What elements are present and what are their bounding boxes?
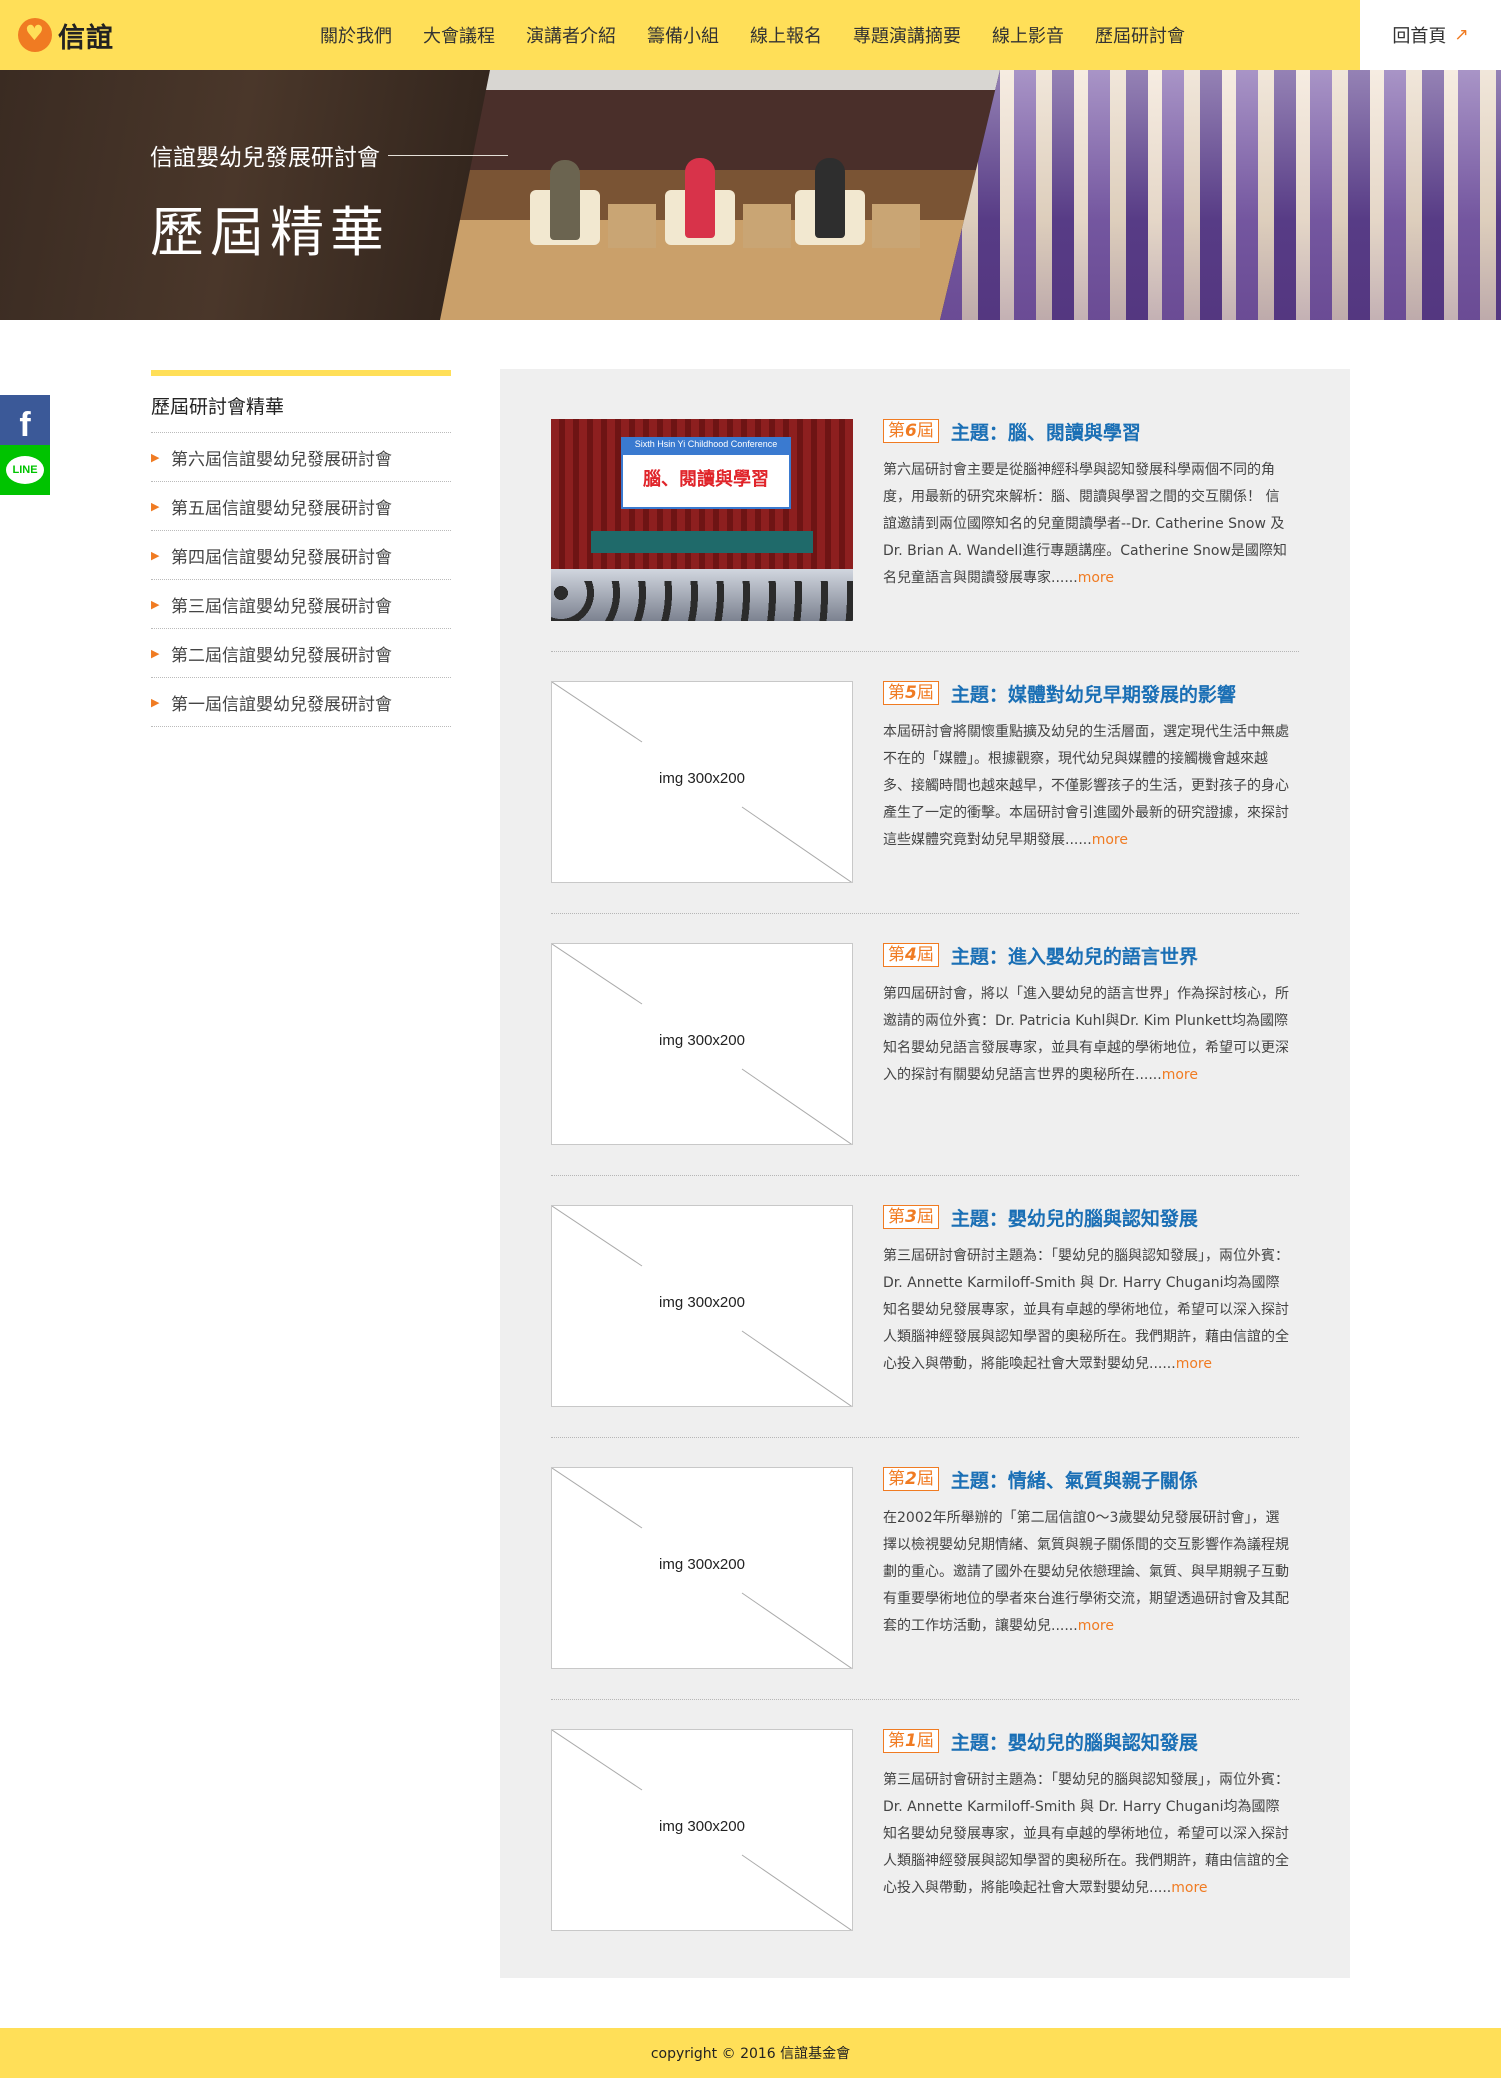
nav-item-abstracts[interactable]: 專題演講摘要 [853,22,961,48]
more-link[interactable]: more [1176,1356,1212,1372]
sidebar-item-label: 第二屆信誼嬰幼兒發展研討會 [171,645,392,666]
facebook-letter: f [19,406,31,444]
copyright-text: copyright © 2016 信誼基金會 [650,2046,851,2062]
more-link[interactable]: more [1171,1880,1207,1896]
nav-item-registration[interactable]: 線上報名 [750,22,822,48]
entry-summary: 在2002年所舉辦的「第二屆信誼0～3歲嬰幼兒發展研討會」，選擇以檢視嬰幼兒期情… [883,1510,1289,1634]
edition-badge: 第2屆 [883,1467,939,1491]
divider [551,1699,1299,1700]
projector-screen: Sixth Hsin Yi Childhood Conference 腦、閱讀與… [621,437,791,509]
nav-item-videos[interactable]: 線上影音 [992,22,1064,48]
entry-title[interactable]: 主題：情緒、氣質與親子關係 [951,1466,1198,1493]
main-nav: 關於我們 大會議程 演講者介紹 籌備小組 線上報名 專題演講摘要 線上影音 歷屆… [320,0,1216,70]
heart-logo-icon [18,18,52,52]
home-button[interactable]: 回首頁 ↗ [1360,0,1501,70]
list-item: img 300x200 第1屆 主題：嬰幼兒的腦與認知發展 第三屆研討會研討主題… [551,1729,1299,1939]
entry-summary: 本屆研討會將關懷重點擴及幼兒的生活層面，選定現代生活中無處不在的「媒體」。根據觀… [883,724,1289,848]
entry-summary: 第三屆研討會研討主題為：「嬰幼兒的腦與認知發展」，兩位外賓：Dr. Annett… [883,1248,1289,1372]
entry-title[interactable]: 主題：嬰幼兒的腦與認知發展 [951,1204,1198,1231]
image-placeholder[interactable]: img 300x200 [551,1729,853,1931]
sidebar-item-label: 第六屆信誼嬰幼兒發展研討會 [171,449,392,470]
placeholder-label: img 300x200 [659,1556,745,1573]
nav-item-agenda[interactable]: 大會議程 [423,22,495,48]
sidebar-item-label: 第三屆信誼嬰幼兒發展研討會 [171,596,392,617]
entry-summary: 第四屆研討會，將以「進入嬰幼兒的語言世界」作為探討核心，所邀請的兩位外賓：Dr.… [883,986,1289,1083]
footer: copyright © 2016 信誼基金會 [0,2028,1501,2078]
edition-badge: 第4屆 [883,943,939,967]
top-navigation-bar: 信誼 關於我們 大會議程 演講者介紹 籌備小組 線上報名 專題演講摘要 線上影音… [0,0,1501,70]
divider [551,1175,1299,1176]
site-logo[interactable]: 信誼 [18,16,114,54]
more-link[interactable]: more [1162,1067,1198,1083]
line-label: LINE [6,456,44,484]
sidebar-item-1st[interactable]: ▶ 第一屆信誼嬰幼兒發展研討會 [151,678,451,727]
sidebar-item-label: 第四屆信誼嬰幼兒發展研討會 [171,547,392,568]
edition-badge: 第6屆 [883,419,939,443]
social-share-bar: f LINE [0,395,50,495]
more-link[interactable]: more [1078,1618,1114,1634]
more-link[interactable]: more [1092,832,1128,848]
placeholder-label: img 300x200 [659,1294,745,1311]
nav-item-past-conferences[interactable]: 歷屆研討會 [1095,22,1185,48]
placeholder-label: img 300x200 [659,1818,745,1835]
divider [551,1437,1299,1438]
page-title: 歷屆精華 [150,201,390,264]
more-link[interactable]: more [1078,570,1114,586]
triangle-right-icon: ▶ [151,548,160,562]
sidebar-title: 歷屆研討會精華 [151,376,451,433]
entry-summary: 第三屆研討會研討主題為：「嬰幼兒的腦與認知發展」，兩位外賓：Dr. Annett… [883,1772,1289,1896]
sidebar-item-4th[interactable]: ▶ 第四屆信誼嬰幼兒發展研討會 [151,531,451,580]
sidebar-item-label: 第一屆信誼嬰幼兒發展研討會 [171,694,392,715]
nav-item-committee[interactable]: 籌備小組 [647,22,719,48]
arrow-up-right-icon: ↗ [1454,25,1469,45]
triangle-right-icon: ▶ [151,695,160,709]
placeholder-label: img 300x200 [659,1032,745,1049]
edition-badge: 第3屆 [883,1205,939,1229]
line-icon[interactable]: LINE [0,445,50,495]
list-item: img 300x200 第4屆 主題：進入嬰幼兒的語言世界 第四屆研討會，將以「… [551,943,1299,1153]
conference-list: Sixth Hsin Yi Childhood Conference 腦、閱讀與… [500,369,1350,1978]
sidebar-item-3rd[interactable]: ▶ 第三屆信誼嬰幼兒發展研討會 [151,580,451,629]
sidebar-item-6th[interactable]: ▶ 第六屆信誼嬰幼兒發展研討會 [151,433,451,482]
sidebar-item-5th[interactable]: ▶ 第五屆信誼嬰幼兒發展研討會 [151,482,451,531]
entry-title[interactable]: 主題：進入嬰幼兒的語言世界 [951,942,1198,969]
hero-banner: 信誼嬰幼兒發展研討會 歷屆精華 [0,70,1501,320]
image-placeholder[interactable]: img 300x200 [551,681,853,883]
logo-text: 信誼 [58,22,114,54]
edition-badge: 第1屆 [883,1729,939,1753]
entry-summary: 第六屆研討會主要是從腦神經科學與認知發展科學兩個不同的角度，用最新的研究來解析：… [883,462,1287,586]
image-placeholder[interactable]: img 300x200 [551,1205,853,1407]
entry-title[interactable]: 主題：腦、閱讀與學習 [951,418,1141,445]
banner-subtitle-text: 信誼嬰幼兒發展研討會 [150,145,380,171]
image-placeholder[interactable]: img 300x200 [551,1467,853,1669]
screen-caption: Sixth Hsin Yi Childhood Conference [623,439,789,455]
sidebar-item-label: 第五屆信誼嬰幼兒發展研討會 [171,498,392,519]
placeholder-label: img 300x200 [659,770,745,787]
facebook-icon[interactable]: f [0,395,50,445]
entry-title[interactable]: 主題：媒體對幼兒早期發展的影響 [951,680,1236,707]
sidebar-item-2nd[interactable]: ▶ 第二屆信誼嬰幼兒發展研討會 [151,629,451,678]
image-placeholder[interactable]: img 300x200 [551,943,853,1145]
edition-badge: 第5屆 [883,681,939,705]
divider [551,651,1299,652]
conference-photo[interactable]: Sixth Hsin Yi Childhood Conference 腦、閱讀與… [551,419,853,621]
banner-subtitle: 信誼嬰幼兒發展研討會 [150,138,508,172]
triangle-right-icon: ▶ [151,499,160,513]
triangle-right-icon: ▶ [151,646,160,660]
screen-title: 腦、閱讀與學習 [643,469,769,490]
triangle-right-icon: ▶ [151,597,160,611]
divider [551,913,1299,914]
banner-divider-line [388,154,508,156]
nav-item-about[interactable]: 關於我們 [320,22,392,48]
list-item: img 300x200 第3屆 主題：嬰幼兒的腦與認知發展 第三屆研討會研討主題… [551,1205,1299,1415]
banner-stage-photo [440,70,1000,320]
entry-title[interactable]: 主題：嬰幼兒的腦與認知發展 [951,1728,1198,1755]
sidebar: 歷屆研討會精華 ▶ 第六屆信誼嬰幼兒發展研討會 ▶ 第五屆信誼嬰幼兒發展研討會 ▶ 第… [151,370,451,727]
home-button-label: 回首頁 [1392,26,1447,47]
list-item: img 300x200 第5屆 主題：媒體對幼兒早期發展的影響 本屆研討會將關懷… [551,681,1299,891]
nav-item-speakers[interactable]: 演講者介紹 [526,22,616,48]
list-item: Sixth Hsin Yi Childhood Conference 腦、閱讀與… [551,419,1299,629]
triangle-right-icon: ▶ [151,450,160,464]
list-item: img 300x200 第2屆 主題：情緒、氣質與親子關係 在2002年所舉辦的… [551,1467,1299,1677]
